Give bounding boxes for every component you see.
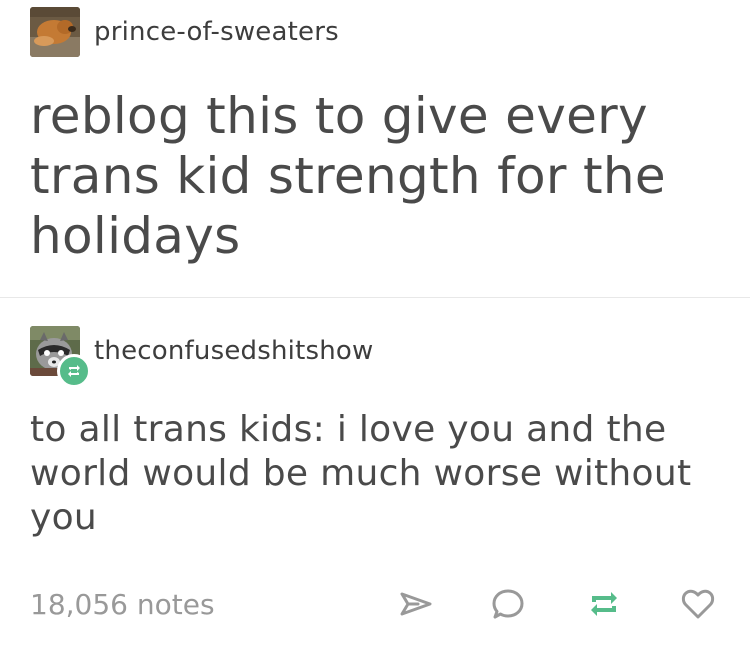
reblog-text: to all trans kids: i love you and the wo… (30, 409, 692, 538)
original-post-username[interactable]: prince-of-sweaters (94, 17, 339, 47)
reblog-badge-icon (57, 354, 91, 388)
original-post: prince-of-sweaters reblog this to give e… (0, 0, 750, 297)
reblog-post: theconfusedshitshow to all trans kids: i… (0, 298, 750, 568)
notes-count[interactable]: 18,056 notes (30, 588, 215, 621)
original-post-header: prince-of-sweaters (30, 7, 339, 57)
post-footer: 18,056 notes (30, 586, 730, 626)
reblog-header: theconfusedshitshow (30, 326, 373, 388)
dog-avatar[interactable] (30, 7, 80, 57)
reblog-username[interactable]: theconfusedshitshow (94, 336, 373, 366)
like-icon[interactable] (680, 586, 716, 622)
share-icon[interactable] (398, 586, 434, 622)
original-post-text: reblog this to give every trans kid stre… (30, 87, 666, 265)
reblog-icon[interactable] (586, 586, 622, 622)
reply-icon[interactable] (490, 586, 526, 622)
